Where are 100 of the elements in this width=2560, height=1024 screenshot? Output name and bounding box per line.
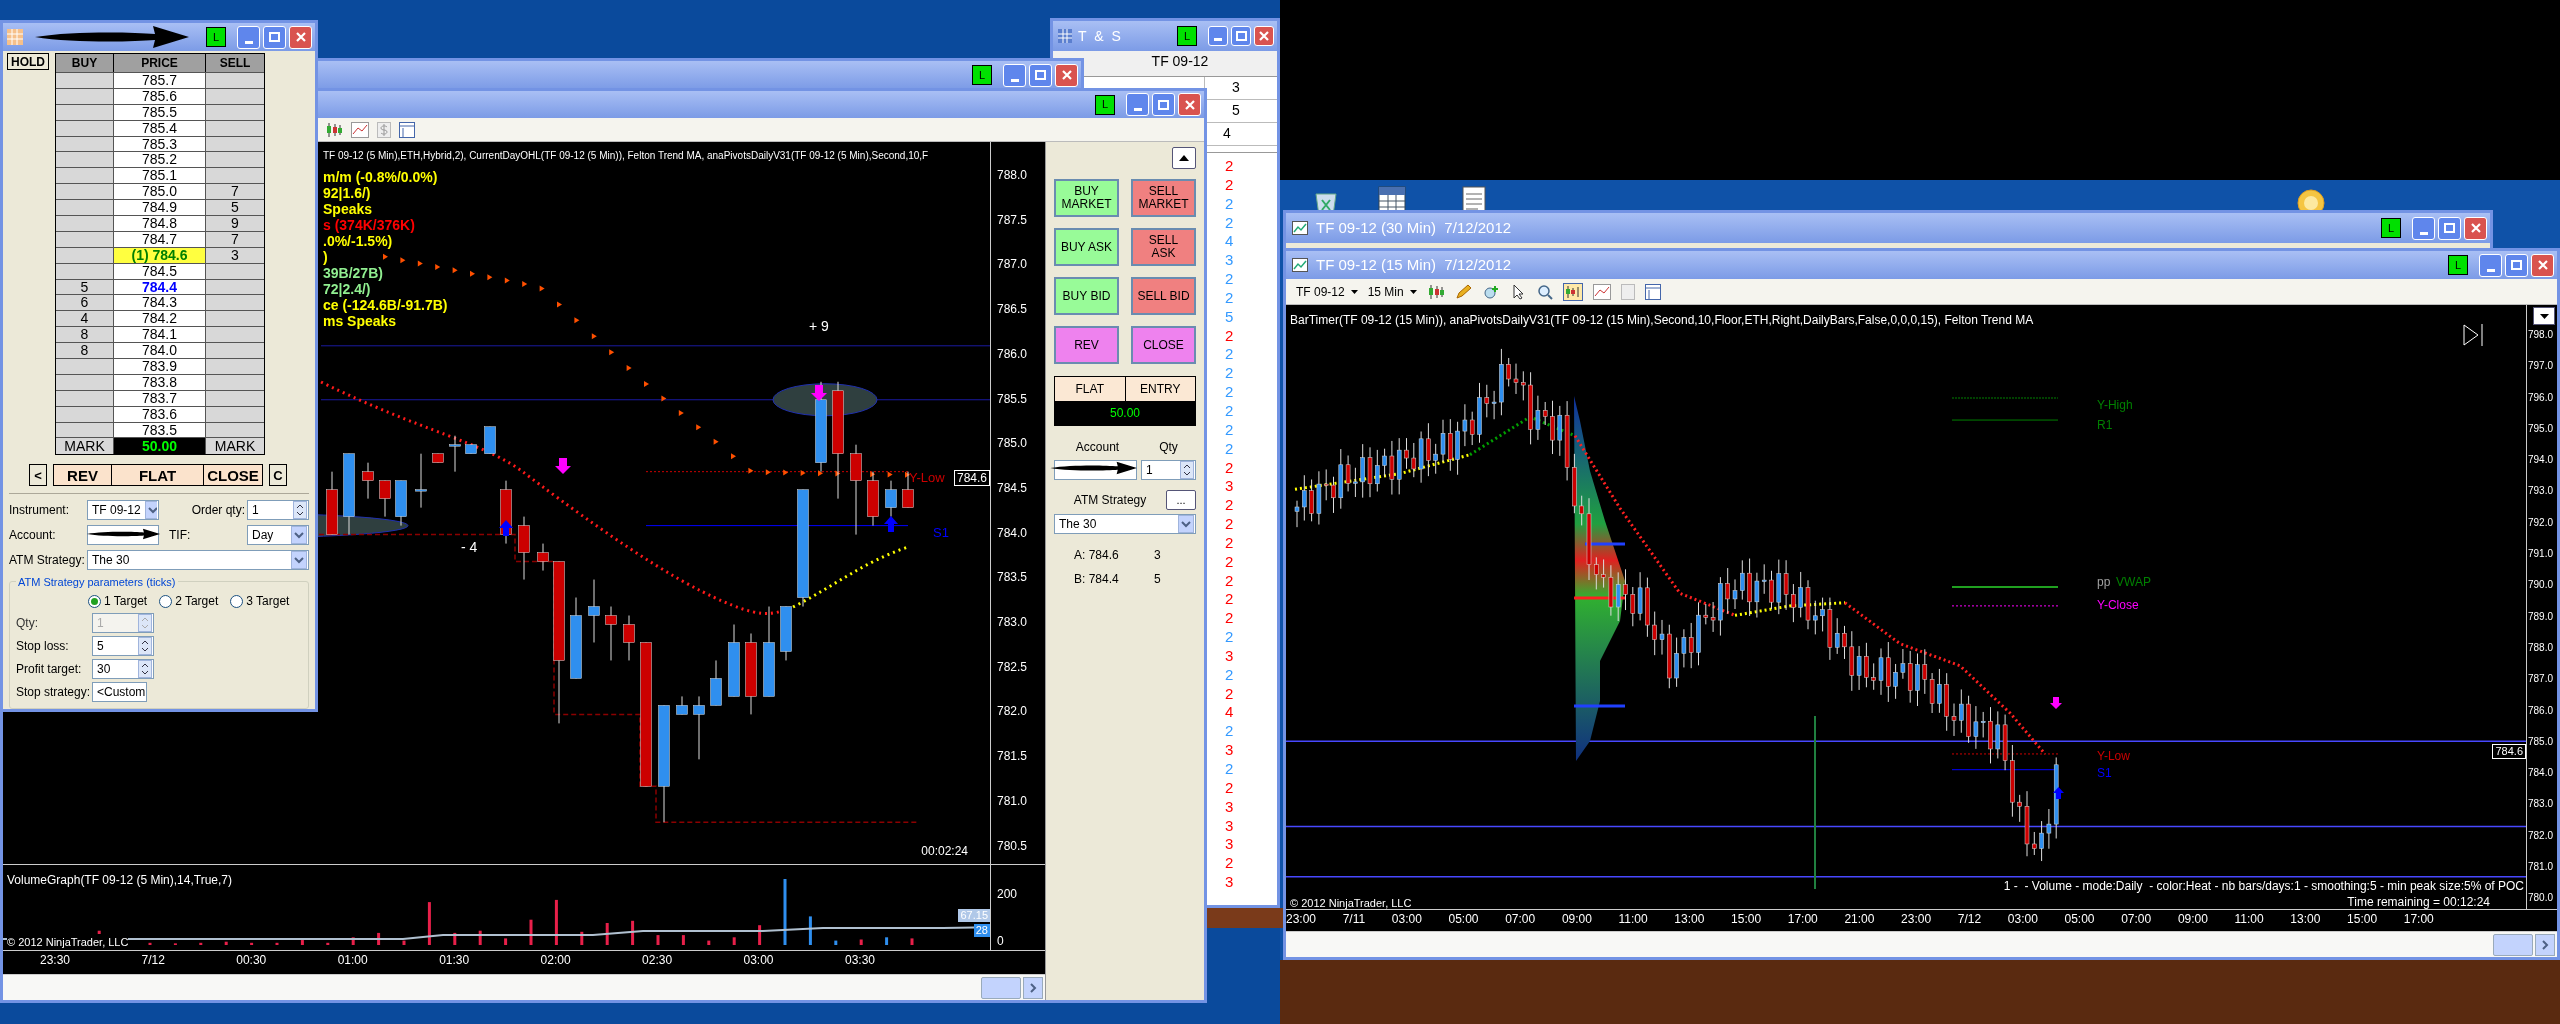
table-cell-text: 3 [1231, 78, 1241, 97]
trade-size: 2 [1225, 364, 1234, 384]
price-cell[interactable]: 785.3 [114, 136, 206, 152]
sell-cell[interactable]: 7 [206, 231, 264, 247]
reverse-button[interactable]: REV [54, 465, 112, 486]
table-cell-text: 5 [1231, 101, 1241, 120]
price-cell[interactable]: 784.9 [114, 200, 206, 215]
position-label: ENTRY [1139, 381, 1182, 398]
order-button[interactable]: BUY ASK [1054, 228, 1119, 266]
dropdown[interactable]: <Custom [92, 682, 147, 703]
sell-cell[interactable]: 3 [206, 247, 264, 263]
trade-size: 2 [1225, 515, 1234, 534]
price-cell[interactable]: 783.8 [114, 374, 206, 390]
close-position-button[interactable]: CLOSE [204, 465, 262, 486]
field-label: TIF: [169, 527, 191, 545]
axis-label: 7/12 [1957, 911, 1982, 929]
trade-size: 2 [1225, 439, 1234, 459]
axis-label: 785.0 [2528, 734, 2554, 749]
price-cell[interactable]: 784.8 [114, 216, 206, 231]
price-cell[interactable]: 783.6 [114, 406, 206, 422]
sell-cell[interactable]: 5 [206, 200, 264, 215]
radio-label: 3 Target [246, 593, 290, 611]
indicator-legend: ce (-124.6B/-91.7B) [323, 297, 448, 313]
axis-label: 03:30 [844, 952, 875, 970]
number-field[interactable]: 1 [247, 500, 309, 521]
order-button[interactable]: REV [1054, 326, 1119, 364]
price-cell[interactable]: 784.2 [114, 311, 206, 327]
axis-label: 07:00 [2121, 911, 2152, 929]
trade-size: 3 [1225, 835, 1234, 855]
axis-label: 17:00 [1787, 911, 1818, 929]
buy-cell[interactable]: 8 [56, 343, 114, 359]
axis-label: 798.0 [2528, 328, 2554, 342]
profile-info: 1 - - Volume - mode:Daily - color:Heat - nb bars/days:1 - smoothing:5 - min peak size:5% of POC [2003, 878, 2524, 895]
number-field[interactable]: 1 [1141, 460, 1196, 480]
price-cell[interactable]: 785.1 [114, 168, 206, 184]
indicator-legend: 39B/27B) [323, 265, 383, 281]
price-cell[interactable]: 785.2 [114, 152, 206, 168]
flat-button[interactable]: FLAT [112, 465, 204, 486]
axis-label: 787.5 [997, 211, 1028, 229]
price-cell[interactable]: 783.7 [114, 390, 206, 406]
axis-label: 792.0 [2528, 515, 2554, 530]
order-button[interactable]: SELL BID [1131, 277, 1196, 315]
price-cell[interactable]: 784.5 [114, 263, 206, 279]
dropdown[interactable]: TF 09-12 [87, 500, 159, 521]
number-field[interactable]: 5 [92, 636, 154, 657]
price-marker: 784.6 [2492, 744, 2526, 759]
instrument-dropdown[interactable]: TF 09-12 [1296, 282, 1358, 301]
dropdown[interactable]: The 30 [87, 550, 309, 571]
buy-cell[interactable]: 8 [56, 327, 114, 343]
price-cell[interactable]: 783.5 [114, 422, 206, 438]
dropdown[interactable]: Day [247, 525, 309, 546]
price-cell[interactable]: 785.0 [114, 184, 206, 200]
quote-size: 5 [1154, 571, 1161, 588]
order-button[interactable]: SELL MARKET [1131, 179, 1196, 217]
order-button[interactable]: CLOSE [1131, 326, 1196, 364]
buy-cell[interactable]: 5 [56, 279, 114, 295]
price-cell[interactable]: 785.7 [114, 73, 206, 88]
price-cell[interactable]: 784.3 [114, 295, 206, 311]
price-cell[interactable]: 785.4 [114, 120, 206, 136]
order-button[interactable]: BUY MARKET [1054, 179, 1119, 217]
price-cell[interactable]: 784.0 [114, 343, 206, 359]
axis-label: 21:00 [1844, 911, 1875, 929]
axis-label: 786.0 [997, 345, 1028, 363]
order-button[interactable]: BUY BID [1054, 277, 1119, 315]
number-field[interactable]: 30 [92, 659, 154, 680]
buy-cell[interactable]: 4 [56, 311, 114, 327]
trade-size: 2 [1225, 760, 1234, 779]
trade-size: 2 [1225, 345, 1234, 365]
price-cell[interactable]: 783.9 [114, 359, 206, 374]
price-cell[interactable]: 784.4 [114, 279, 206, 295]
buy-cell[interactable]: 6 [56, 295, 114, 311]
price-cell[interactable]: 784.1 [114, 327, 206, 343]
more-button[interactable]: ... [1166, 490, 1196, 510]
axis-label: 09:00 [1561, 911, 1592, 929]
value-marker: 28 [973, 923, 990, 937]
price-cell[interactable]: 784.7 [114, 231, 206, 247]
sell-cell[interactable]: 9 [206, 216, 264, 231]
price-cell[interactable]: (1) 784.6 [114, 247, 206, 263]
indicator-legend: ) [323, 249, 328, 265]
price-cell[interactable]: 785.5 [114, 104, 206, 120]
level-label: S1 [2097, 766, 2112, 780]
price-cell[interactable]: 785.6 [114, 88, 206, 104]
radio-label: 2 Target [175, 593, 219, 611]
indicator-legend: .0%/-1.5%) [323, 233, 393, 249]
order-button[interactable]: SELL ASK [1131, 228, 1196, 266]
field-label: ATM Strategy [1072, 492, 1148, 509]
axis-label: 783.0 [997, 614, 1028, 632]
interval-dropdown[interactable]: 15 Min [1367, 282, 1417, 301]
sell-cell[interactable]: 7 [206, 184, 264, 200]
hold-button[interactable]: HOLD [7, 53, 49, 70]
clear-button[interactable]: C [269, 464, 287, 487]
axis-label: 23:00 [1286, 911, 1317, 929]
axis-label: 789.0 [2528, 609, 2554, 624]
axis-label: 23:00 [1901, 911, 1932, 929]
axis-label: 787.0 [2528, 672, 2554, 687]
back-button[interactable]: < [29, 464, 47, 487]
trade-size: 3 [1225, 873, 1234, 892]
axis-label: 0 [997, 933, 1004, 951]
dropdown[interactable]: The 30 [1054, 514, 1196, 534]
trade-size: 5 [1225, 307, 1234, 327]
